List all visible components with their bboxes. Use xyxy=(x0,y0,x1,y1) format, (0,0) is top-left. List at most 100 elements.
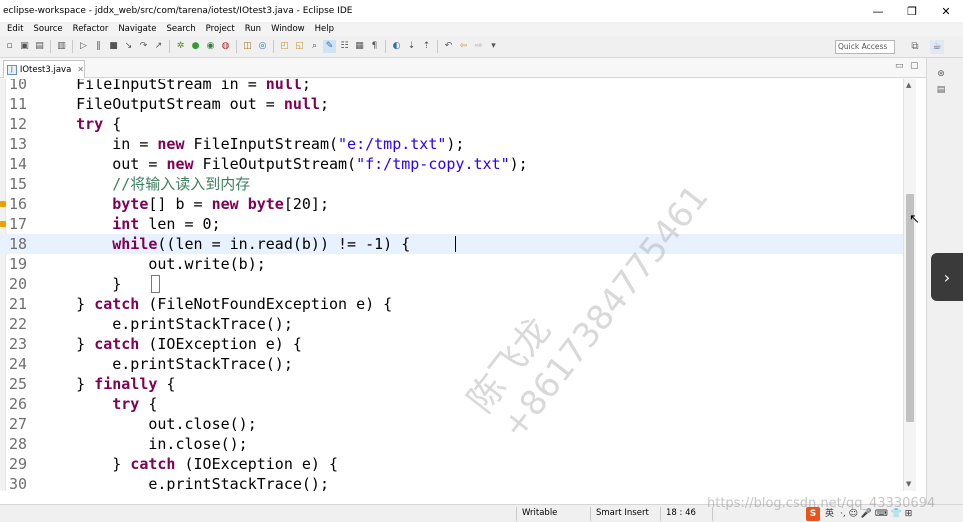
menu-window[interactable]: Window xyxy=(266,24,310,34)
minimize-view-icon[interactable]: ▭ xyxy=(895,61,904,71)
open-type-icon[interactable]: ◰ xyxy=(278,40,291,53)
new-package-icon[interactable]: ◫ xyxy=(241,40,254,53)
save-icon[interactable]: ▣ xyxy=(18,40,31,53)
code-line[interactable]: 17 int len = 0; xyxy=(0,214,903,234)
open-perspective-icon[interactable]: ⧉ xyxy=(908,40,922,54)
maximize-view-icon[interactable]: ▢ xyxy=(910,61,919,71)
back-icon[interactable]: ⇦ xyxy=(457,40,470,53)
java-file-icon: J xyxy=(7,64,17,75)
code-line[interactable]: 26 try { xyxy=(0,394,903,414)
code-line[interactable]: 25 } finally { xyxy=(0,374,903,394)
java-perspective-icon[interactable]: ☕ xyxy=(930,40,944,54)
code-line[interactable]: 24 e.printStackTrace(); xyxy=(0,354,903,374)
task-list-icon[interactable]: ▤ xyxy=(935,84,947,96)
code-editor[interactable]: 10 FileInputStream in = null; 11 FileOutp… xyxy=(0,79,903,491)
open-task-icon[interactable]: ◱ xyxy=(293,40,306,53)
code-line[interactable]: 13 in = new FileInputStream("e:/tmp.txt"… xyxy=(0,134,903,154)
status-insert-mode[interactable]: Smart Insert xyxy=(596,508,649,518)
code-line[interactable]: 20 } xyxy=(0,274,903,294)
maximize-button[interactable]: ❐ xyxy=(895,0,929,22)
outline-icon[interactable]: ⊛ xyxy=(935,68,947,80)
close-icon[interactable]: ✕ xyxy=(77,65,84,74)
close-button[interactable]: ✕ xyxy=(929,0,963,22)
run-icon[interactable]: ● xyxy=(189,40,202,53)
code-token: in = xyxy=(40,135,158,153)
quick-access-input[interactable]: Quick Access xyxy=(835,40,895,54)
vertical-scrollbar[interactable]: ▲ ▼ xyxy=(903,79,916,491)
editor-tab[interactable]: J IOtest3.java ✕ xyxy=(3,60,85,78)
resume-icon[interactable]: ▷ xyxy=(77,40,90,53)
next-annotation-icon[interactable]: ⇣ xyxy=(405,40,418,53)
search-icon[interactable]: ⌕ xyxy=(308,40,321,53)
code-line[interactable]: 11 FileOutputStream out = null; xyxy=(0,94,903,114)
code-token: (IOException e) { xyxy=(175,455,339,473)
code-text: out.write(b); xyxy=(40,254,265,274)
step-return-icon[interactable]: ↗ xyxy=(152,40,165,53)
ime-logo-icon[interactable]: S xyxy=(806,507,820,521)
status-writable: Writable xyxy=(522,508,558,518)
ime-toolbar-icons[interactable]: ·, ☺ 🎤 ⌨ 👕 ⊞ xyxy=(840,507,912,521)
menu-navigate[interactable]: Navigate xyxy=(113,24,161,34)
code-token: } xyxy=(40,295,95,313)
step-into-icon[interactable]: ↘ xyxy=(122,40,135,53)
status-divider xyxy=(660,507,661,521)
code-line[interactable]: 15 //将输入读入到内存 xyxy=(0,174,903,194)
menu-search[interactable]: Search xyxy=(161,24,200,34)
scroll-up-icon[interactable]: ▲ xyxy=(906,81,911,89)
globe-icon[interactable]: ◐ xyxy=(390,40,403,53)
step-over-icon[interactable]: ↷ xyxy=(137,40,150,53)
title-bar: eclipse-workspace - jddx_web/src/com/tar… xyxy=(0,0,963,22)
code-line[interactable]: 10 FileInputStream in = null; xyxy=(0,79,903,94)
save-all-icon[interactable]: ▤ xyxy=(33,40,46,53)
code-line[interactable]: 27 out.close(); xyxy=(0,414,903,434)
menu-refactor[interactable]: Refactor xyxy=(68,24,114,34)
menu-help[interactable]: Help xyxy=(310,24,339,34)
scroll-down-icon[interactable]: ▼ xyxy=(906,480,911,488)
chevron-down-icon[interactable]: ▾ xyxy=(487,40,500,53)
code-token: FileInputStream( xyxy=(184,135,339,153)
warning-marker-icon[interactable] xyxy=(0,221,6,227)
scrollbar-thumb[interactable] xyxy=(906,194,914,422)
forward-icon[interactable]: ⇨ xyxy=(472,40,485,53)
side-panel-handle[interactable]: › xyxy=(931,253,963,301)
code-line[interactable]: 28 in.close(); xyxy=(0,434,903,454)
annotation-icon[interactable]: ☷ xyxy=(338,40,351,53)
code-line[interactable]: 30 e.printStackTrace(); xyxy=(0,474,903,491)
menu-project[interactable]: Project xyxy=(201,24,240,34)
menu-source[interactable]: Source xyxy=(28,24,67,34)
code-line[interactable]: 21 } catch (FileNotFoundException e) { xyxy=(0,294,903,314)
code-line[interactable]: 19 out.write(b); xyxy=(0,254,903,274)
prev-annotation-icon[interactable]: ⇡ xyxy=(420,40,433,53)
block-select-icon[interactable]: ▦ xyxy=(353,40,366,53)
coverage-icon[interactable]: ◉ xyxy=(204,40,217,53)
ime-language[interactable]: 英 xyxy=(825,507,834,521)
code-token: } xyxy=(40,335,95,353)
toggle-mark-icon[interactable]: ✎ xyxy=(323,40,336,53)
menu-edit[interactable]: Edit xyxy=(2,24,28,34)
debug-icon[interactable]: ✲ xyxy=(174,40,187,53)
code-line[interactable]: 29 } catch (IOException e) { xyxy=(0,454,903,474)
last-edit-icon[interactable]: ↶ xyxy=(442,40,455,53)
code-token: "e:/tmp.txt" xyxy=(338,135,447,153)
terminate-icon[interactable]: ■ xyxy=(107,40,120,53)
code-text: FileInputStream in = null; xyxy=(40,79,311,94)
code-line[interactable]: 22 e.printStackTrace(); xyxy=(0,314,903,334)
show-whitespace-icon[interactable]: ¶ xyxy=(368,40,381,53)
suspend-icon[interactable]: ‖ xyxy=(92,40,105,53)
print-icon[interactable]: ▥ xyxy=(55,40,68,53)
code-line[interactable]: 12 try { xyxy=(0,114,903,134)
code-line[interactable]: 23 } catch (IOException e) { xyxy=(0,334,903,354)
new-class-icon[interactable]: ◎ xyxy=(256,40,269,53)
code-token: ); xyxy=(446,135,465,153)
warning-marker-icon[interactable] xyxy=(0,201,6,207)
code-line[interactable]: 16 byte[] b = new byte[20]; xyxy=(0,194,903,214)
code-line[interactable]: 14 out = new FileOutputStream("f:/tmp-co… xyxy=(0,154,903,174)
code-token: null xyxy=(265,79,302,93)
minimize-button[interactable]: — xyxy=(861,0,895,22)
external-tools-icon[interactable]: ◍ xyxy=(219,40,232,53)
new-icon[interactable]: ▫ xyxy=(3,40,16,53)
code-line[interactable]: 18 while((len = in.read(b)) != -1) { xyxy=(0,234,903,254)
menu-run[interactable]: Run xyxy=(240,24,266,34)
chevron-right-icon: › xyxy=(943,267,951,287)
